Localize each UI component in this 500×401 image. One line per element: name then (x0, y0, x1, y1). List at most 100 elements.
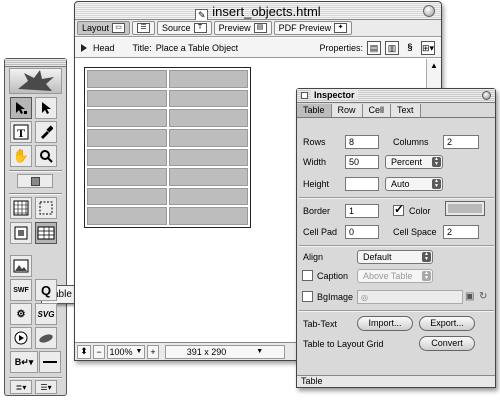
collapse-box-icon[interactable] (301, 92, 308, 99)
svg-plugin-tool[interactable]: SVG (35, 303, 57, 325)
javascript-icon[interactable]: § (403, 41, 417, 55)
table-cell[interactable] (87, 89, 167, 108)
table-cell[interactable] (87, 207, 167, 225)
convert-button[interactable]: Convert (419, 336, 475, 351)
page-properties-icon[interactable]: ▤ (367, 40, 381, 55)
table-cell[interactable] (168, 128, 248, 147)
inspector-zoom-button[interactable] (482, 91, 491, 100)
tab-row[interactable]: Row (331, 104, 363, 117)
align-popup[interactable]: Default ▲ ▼ (357, 250, 433, 264)
image-tool[interactable] (10, 255, 32, 277)
cellspace-field[interactable]: 2 (443, 225, 479, 239)
standard-select-tool[interactable] (35, 97, 57, 119)
zoom-level-popup[interactable]: 100% ▼ (107, 344, 145, 359)
window-zoom-button[interactable] (423, 5, 435, 17)
hand-icon: ✋ (12, 148, 30, 163)
swf-icon: SWF (13, 286, 29, 294)
caption-position-popup[interactable]: Above Table ▲ ▼ (357, 269, 433, 283)
width-unit-popup[interactable]: Percent ▲ ▼ (385, 155, 443, 169)
caption-position-value: Above Table (363, 271, 413, 281)
height-unit-popup[interactable]: Auto ▲ ▼ (385, 177, 443, 191)
tab-pdf-preview[interactable]: PDF Preview ✦ (273, 21, 353, 35)
table-cell[interactable] (87, 168, 167, 186)
horizontal-line-icon (43, 361, 57, 363)
color-checkbox[interactable] (393, 202, 404, 216)
quicktime-tool[interactable]: Q (35, 279, 57, 301)
view-mode-bar: Layout ▭ ☰ Source T Preview ▤ PDF Previe… (75, 20, 441, 37)
columns-field[interactable]: 2 (443, 135, 479, 149)
chevron-down-icon: ▼ (256, 348, 264, 355)
bgimage-checkbox[interactable] (302, 291, 313, 302)
tab-cell[interactable]: Cell (362, 104, 392, 117)
swf-plugin-tool[interactable]: SWF (10, 279, 32, 301)
css-editor-icon[interactable]: ⊞▾ (421, 40, 435, 55)
zoom-out-button[interactable]: − (93, 344, 105, 359)
plugin-tool[interactable] (10, 327, 32, 349)
placeholder-table[interactable] (84, 67, 251, 228)
point-and-shoot-icon[interactable]: ◎ (361, 293, 368, 302)
page-title-field[interactable]: Place a Table Object (156, 43, 238, 53)
width-field[interactable]: 50 (345, 155, 379, 169)
hand-tool[interactable]: ✋ (10, 145, 32, 167)
properties-label: Properties: (319, 42, 363, 53)
import-button[interactable]: Import... (357, 316, 413, 331)
palette-tab-selector[interactable] (17, 174, 53, 188)
table-tool[interactable] (35, 222, 57, 244)
window-size-popup[interactable]: ⬍ (77, 344, 91, 359)
tab-pdf-preview-label: PDF Preview (278, 23, 332, 33)
layout-textbox-tool[interactable] (35, 197, 57, 219)
floating-box-tool[interactable] (10, 222, 32, 244)
real-plugin-tool[interactable]: ⚙ (10, 303, 32, 325)
text-tool[interactable]: T (10, 121, 32, 143)
tab-layout[interactable]: Layout ▭ (77, 21, 131, 35)
table-cell[interactable] (168, 148, 248, 167)
table-cell[interactable] (168, 187, 248, 206)
table-cell[interactable] (168, 207, 248, 225)
table-color-well[interactable] (445, 201, 485, 216)
tab-preview[interactable]: Preview ▤ (213, 21, 272, 35)
palette-view-switch[interactable]: ≣▾ (10, 380, 32, 394)
browse-folder-icon[interactable]: ▣ (465, 291, 474, 302)
table-cell[interactable] (168, 70, 248, 88)
palette-drag-bar[interactable] (5, 59, 66, 67)
grid-object-tool[interactable] (10, 197, 32, 219)
table-cell[interactable] (87, 148, 167, 167)
table-cell[interactable] (168, 89, 248, 108)
border-field[interactable]: 1 (345, 204, 379, 218)
zoom-in-button[interactable]: + (147, 344, 159, 359)
cellpad-field[interactable]: 0 (345, 225, 379, 239)
zoom-tool[interactable] (35, 145, 57, 167)
inspector-titlebar[interactable]: Inspector (297, 89, 495, 103)
filmstrip-icon[interactable]: ▥ (385, 40, 399, 55)
document-titlebar[interactable]: ✎ insert_objects.html (75, 2, 441, 22)
tab-source[interactable]: Source T (157, 21, 212, 35)
height-label: Height (303, 179, 330, 189)
tab-outline[interactable]: ☰ (132, 21, 156, 35)
layout-select-tool[interactable] (10, 97, 32, 119)
table-cell[interactable] (87, 128, 167, 147)
head-disclosure-triangle-icon[interactable] (81, 43, 87, 52)
horizontal-line-tool[interactable] (39, 351, 61, 373)
table-cell[interactable] (168, 109, 248, 127)
export-button[interactable]: Export... (419, 316, 475, 331)
tab-table[interactable]: Table (297, 104, 332, 117)
table-cell[interactable] (87, 109, 167, 127)
eyedropper-tool[interactable] (35, 121, 57, 143)
bgimage-path-field[interactable]: ◎ (357, 290, 463, 304)
rows-field[interactable]: 8 (345, 135, 379, 149)
line-break-tool[interactable]: B↵▾ (10, 351, 38, 373)
floating-box-icon (14, 226, 28, 240)
palette-options-menu[interactable]: ☰▾ (35, 380, 57, 394)
applet-tool[interactable] (35, 327, 57, 349)
window-dimensions-popup[interactable]: 391 x 290 ▼ (165, 344, 285, 359)
height-unit-value: Auto (391, 179, 410, 189)
color-label: Color (409, 206, 431, 216)
height-field[interactable] (345, 177, 379, 191)
tab-text[interactable]: Text (391, 104, 421, 117)
table-cell[interactable] (87, 187, 167, 206)
caption-checkbox[interactable] (302, 270, 313, 281)
table-cell[interactable] (87, 70, 167, 88)
reset-arrow-icon[interactable]: ↻ (479, 291, 487, 302)
table-cell[interactable] (168, 168, 248, 186)
scroll-up-arrow-icon[interactable]: ▲ (429, 61, 439, 71)
